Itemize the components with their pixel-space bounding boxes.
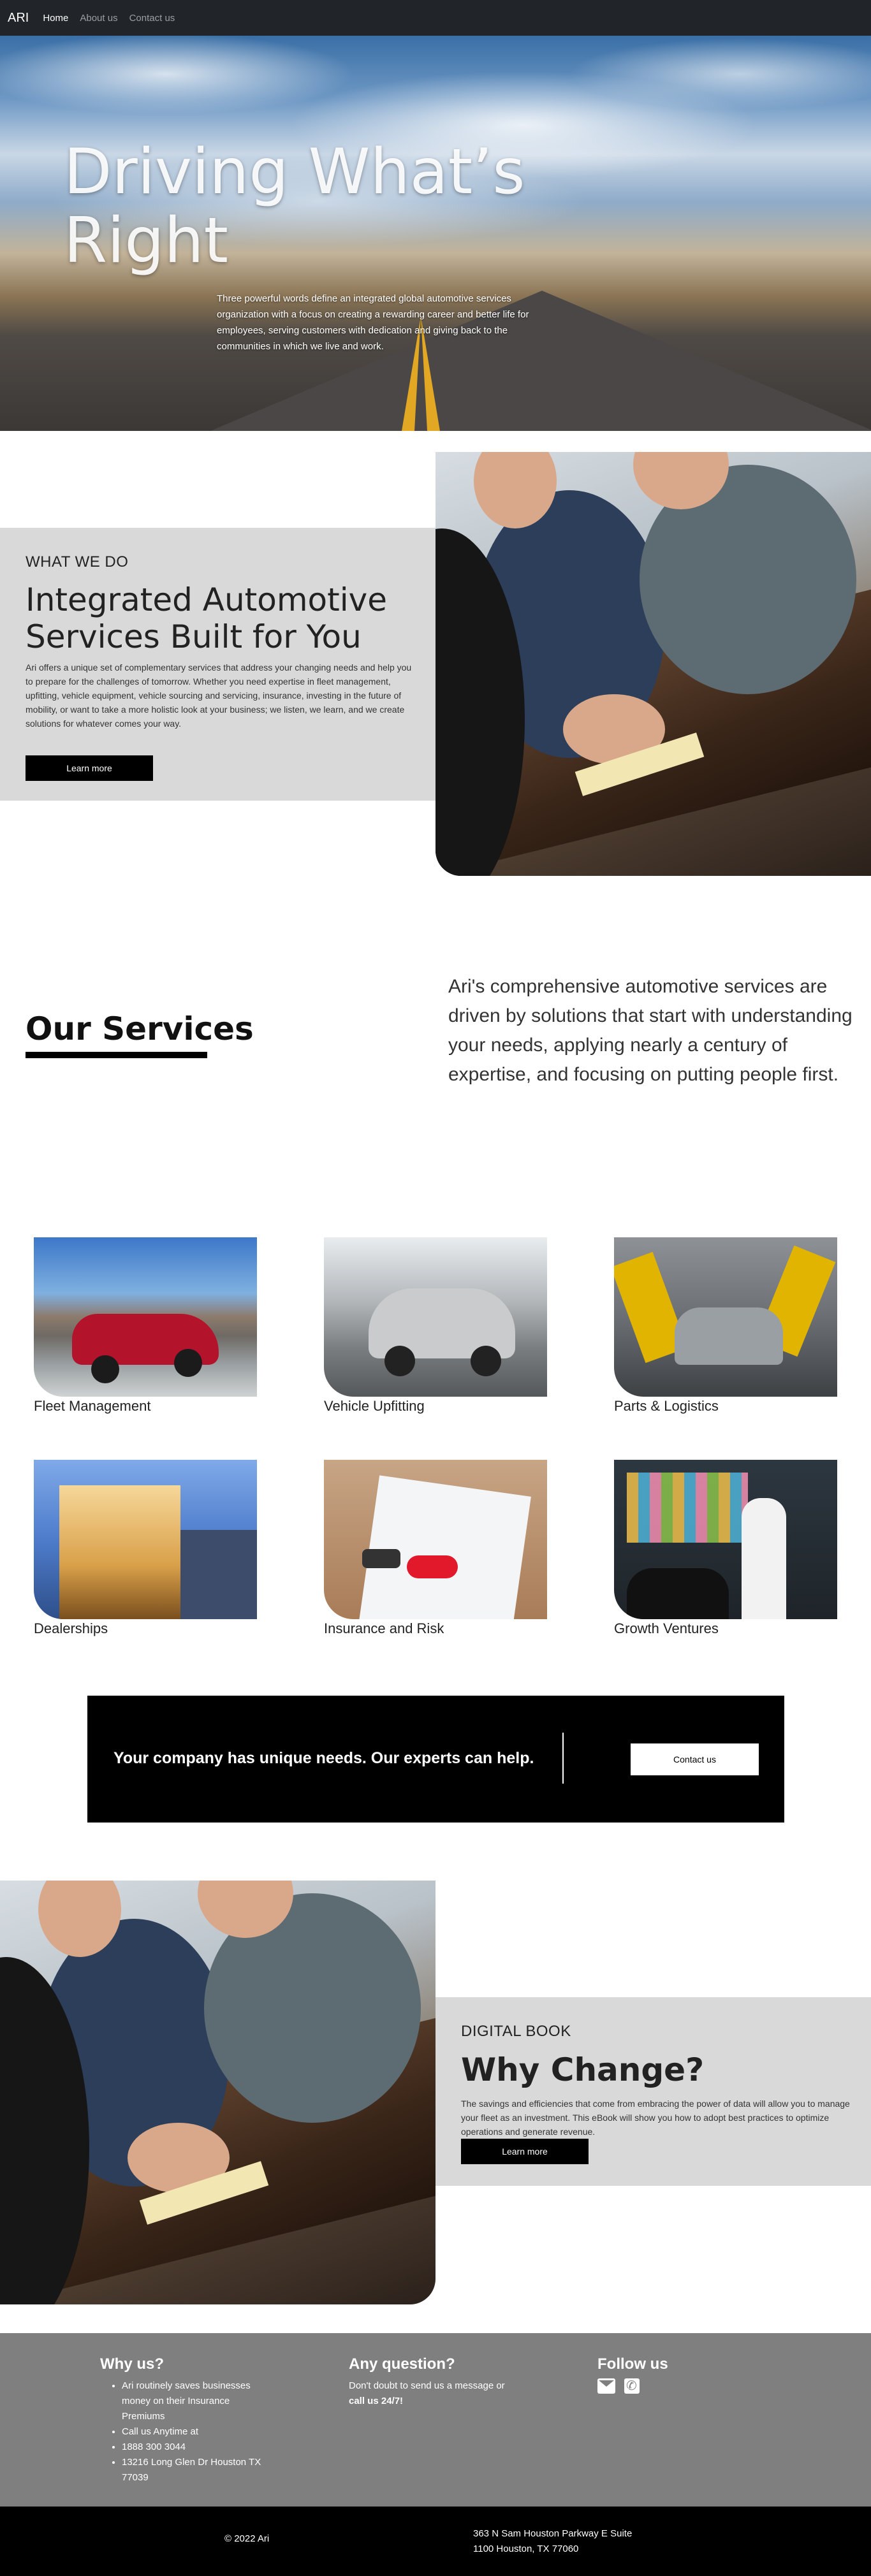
digital-book-title: Why Change?	[461, 2051, 705, 2088]
parts-logistics-image	[614, 1237, 837, 1397]
footer-why-us-title: Why us?	[100, 2355, 164, 2373]
insurance-risk-image	[324, 1460, 547, 1619]
fleet-management-image	[34, 1237, 257, 1397]
hero-title: Driving What’s Right	[64, 136, 525, 277]
footer-question-title: Any question?	[349, 2355, 455, 2373]
service-card-label: Insurance and Risk	[324, 1620, 444, 1636]
service-card-fleet-management[interactable]: Fleet Management	[34, 1237, 257, 1415]
digital-book-panel: DIGITAL BOOK Why Change? The savings and…	[435, 1997, 871, 2186]
dealerships-image	[34, 1460, 257, 1619]
brand-logo[interactable]: ARI	[8, 11, 29, 25]
digital-book-learn-more-button[interactable]: Learn more	[461, 2139, 589, 2164]
copyright-text: © 2022 Ari	[224, 2533, 270, 2544]
service-card-vehicle-upfitting[interactable]: Vehicle Upfitting	[324, 1237, 547, 1415]
service-card-label: Growth Ventures	[614, 1620, 719, 1636]
what-we-do-panel: WHAT WE DO Integrated Automotive Service…	[0, 528, 435, 801]
service-card-parts-logistics[interactable]: Parts & Logistics	[614, 1237, 837, 1415]
digital-book-eyebrow: DIGITAL BOOK	[461, 2023, 571, 2040]
nav-link-contact[interactable]: Contact us	[129, 13, 175, 24]
address-text: 363 N Sam Houston Parkway E Suite 1100 H…	[473, 2528, 633, 2554]
footer-follow-title: Follow us	[597, 2355, 668, 2373]
bottom-bar: © 2022 Ari 363 N Sam Houston Parkway E S…	[0, 2507, 871, 2576]
footer-follow: Follow us	[597, 2355, 668, 2394]
cta-banner: Your company has unique needs. Our exper…	[87, 1696, 784, 1823]
vehicle-upfitting-image	[324, 1237, 547, 1397]
what-we-do-learn-more-button[interactable]: Learn more	[26, 755, 153, 781]
phone-icon[interactable]	[624, 2378, 640, 2394]
what-we-do-body: Ari offers a unique set of complementary…	[26, 662, 412, 729]
social-icons	[597, 2378, 668, 2394]
service-card-label: Fleet Management	[34, 1398, 151, 1414]
footer-call-us: call us 24/7!	[349, 2396, 404, 2406]
what-we-do-title: Integrated Automotive Services Built for…	[26, 581, 387, 655]
footer: Why us? Ari routinely saves businesses m…	[0, 2333, 871, 2507]
digital-book-body: The savings and efficiencies that come f…	[461, 2099, 850, 2137]
hero-banner: Driving What’s Right Three powerful word…	[0, 36, 871, 431]
service-card-label: Parts & Logistics	[614, 1398, 719, 1414]
services-title: Our Services	[26, 1010, 254, 1047]
service-card-insurance-risk[interactable]: Insurance and Risk	[324, 1460, 547, 1637]
footer-question: Any question? Don't doubt to send us a m…	[349, 2355, 534, 2409]
cta-contact-us-button[interactable]: Contact us	[631, 1743, 759, 1775]
meeting-image	[435, 452, 871, 876]
growth-ventures-image	[614, 1460, 837, 1619]
footer-question-text: Don't doubt to send us a message or call…	[349, 2380, 505, 2406]
service-card-growth-ventures[interactable]: Growth Ventures	[614, 1460, 837, 1637]
nav-link-about[interactable]: About us	[80, 13, 117, 24]
footer-why-us: Why us? Ari routinely saves businesses m…	[100, 2355, 266, 2485]
services-title-underline	[26, 1052, 207, 1058]
service-card-dealerships[interactable]: Dealerships	[34, 1460, 257, 1637]
nav-link-home[interactable]: Home	[43, 13, 68, 24]
service-card-label: Vehicle Upfitting	[324, 1398, 425, 1414]
footer-why-us-list: Ari routinely saves businesses money on …	[100, 2378, 266, 2485]
service-card-label: Dealerships	[34, 1620, 108, 1636]
list-item: 1888 300 3044	[122, 2440, 266, 2455]
page: ARI Home About us Contact us Driving Wha…	[0, 0, 871, 2576]
list-item: Call us Anytime at	[122, 2424, 266, 2440]
top-navbar: ARI Home About us Contact us	[0, 0, 871, 36]
mail-icon[interactable]	[597, 2378, 615, 2394]
list-item: 13216 Long Glen Dr Houston TX 77039	[122, 2455, 266, 2485]
cta-divider	[562, 1733, 564, 1784]
services-intro: Ari's comprehensive automotive services …	[448, 976, 853, 1085]
cta-text: Your company has unique needs. Our exper…	[113, 1749, 534, 1767]
hero-subtitle: Three powerful words define an integrate…	[217, 293, 529, 352]
list-item: Ari routinely saves businesses money on …	[122, 2378, 266, 2424]
meeting-image-2	[0, 1881, 435, 2304]
what-we-do-eyebrow: WHAT WE DO	[26, 553, 129, 571]
